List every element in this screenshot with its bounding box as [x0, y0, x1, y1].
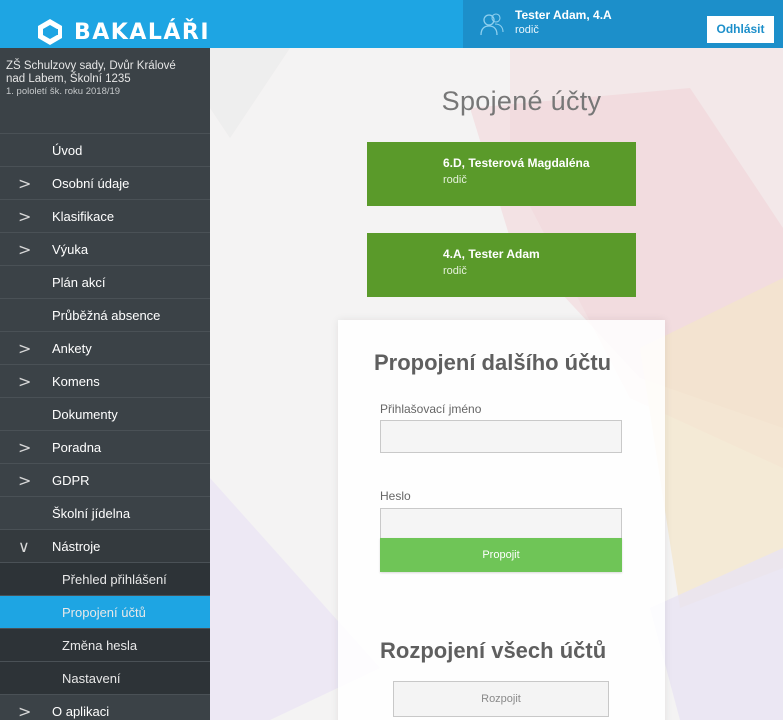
sidebar-item-ankety[interactable]: > Ankety [0, 332, 210, 365]
chevron-right-icon: > [18, 438, 32, 457]
password-label: Heslo [380, 489, 411, 503]
logout-button[interactable]: Odhlásit [707, 16, 774, 43]
password-input[interactable] [380, 508, 622, 541]
login-label: Přihlašovací jméno [380, 402, 482, 416]
sidebar-item-poradna[interactable]: > Poradna [0, 431, 210, 464]
brand-name: BAKALÁŘI [74, 19, 211, 45]
chevron-right-icon: > [18, 702, 32, 720]
sidebar-item-label: O aplikaci [52, 704, 110, 719]
login-input[interactable] [380, 420, 622, 453]
sidebar-item-label: Propojení účtů [62, 605, 146, 620]
sidebar-item-plan-akci[interactable]: Plán akcí [0, 266, 210, 299]
sidebar: ZŠ Schulzovy sady, Dvůr Králové nad Labe… [0, 48, 210, 720]
chevron-right-icon: > [18, 174, 32, 193]
main-content: Spojené účty 6.D, Testerová Magdaléna ro… [210, 48, 783, 720]
sidebar-item-label: Klasifikace [52, 209, 115, 224]
sidebar-item-label: GDPR [52, 473, 90, 488]
bakalari-logo-icon [38, 19, 62, 45]
user-role: rodič [515, 24, 539, 36]
sidebar-item-label: Poradna [52, 440, 102, 455]
sidebar-item-prubezna-absence[interactable]: Průběžná absence [0, 299, 210, 332]
sidebar-item-label: Nástroje [52, 539, 101, 554]
sidebar-item-skolni-jidelna[interactable]: Školní jídelna [0, 497, 210, 530]
brand-logo[interactable]: BAKALÁŘI [36, 18, 210, 46]
disconnect-title: Rozpojení všech účtů [380, 638, 607, 663]
sidebar-item-komens[interactable]: > Komens [0, 365, 210, 398]
school-term: 1. pololetí šk. roku 2018/19 [6, 86, 121, 97]
connect-panel: Propojení dalšího účtu Přihlašovací jmén… [338, 320, 665, 720]
sidebar-subitem-nastaveni[interactable]: Nastavení [0, 662, 210, 695]
chevron-right-icon: > [18, 339, 32, 358]
school-name: ZŠ Schulzovy sady, Dvůr Králové nad Labe… [6, 60, 176, 85]
chevron-right-icon: > [18, 207, 32, 226]
account-name: 4.A, Tester Adam [443, 247, 540, 261]
account-card[interactable]: 6.D, Testerová Magdaléna rodič [367, 142, 636, 206]
account-name: 6.D, Testerová Magdaléna [443, 156, 590, 170]
sidebar-item-label: Výuka [52, 242, 89, 257]
sidebar-nav: Úvod > Osobní údaje > Klasifikace > Výuk… [0, 134, 210, 720]
sidebar-item-label: Přehled přihlášení [62, 572, 167, 587]
sidebar-item-label: Osobní údaje [52, 176, 130, 191]
user-avatar-icon [480, 13, 504, 36]
chevron-right-icon: > [18, 372, 32, 391]
user-name: Tester Adam, 4.A [515, 8, 612, 22]
sidebar-item-klasifikace[interactable]: > Klasifikace [0, 200, 210, 233]
sidebar-item-label: Úvod [52, 143, 83, 158]
sidebar-item-label: Plán akcí [52, 275, 106, 290]
connect-button[interactable]: Propojit [380, 538, 622, 572]
sidebar-item-label: Dokumenty [52, 407, 118, 422]
chevron-down-icon: ∨ [18, 537, 30, 556]
connect-title: Propojení dalšího účtu [374, 350, 612, 375]
sidebar-item-label: Změna hesla [62, 638, 138, 653]
sidebar-item-label: Nastavení [62, 671, 121, 686]
account-card[interactable]: 4.A, Tester Adam rodič [367, 233, 636, 297]
sidebar-subitem-prehled-prihlaseni[interactable]: Přehled přihlášení [0, 563, 210, 596]
sidebar-item-vyuka[interactable]: > Výuka [0, 233, 210, 266]
sidebar-item-label: Školní jídelna [52, 506, 131, 521]
sidebar-item-osobni-udaje[interactable]: > Osobní údaje [0, 167, 210, 200]
disconnect-button[interactable]: Rozpojit [393, 681, 609, 717]
sidebar-item-label: Komens [52, 374, 100, 389]
sidebar-item-gdpr[interactable]: > GDPR [0, 464, 210, 497]
sidebar-item-uvod[interactable]: Úvod [0, 134, 210, 167]
school-info: ZŠ Schulzovy sady, Dvůr Králové nad Labe… [0, 48, 210, 134]
chevron-right-icon: > [18, 240, 32, 259]
sidebar-subitem-zmena-hesla[interactable]: Změna hesla [0, 629, 210, 662]
chevron-right-icon: > [18, 471, 32, 490]
page-title: Spojené účty [441, 86, 602, 116]
user-info: Tester Adam, 4.A rodič Odhlásit [463, 0, 783, 48]
account-role: rodič [443, 265, 467, 277]
sidebar-item-nastroje[interactable]: ∨ Nástroje [0, 530, 210, 563]
sidebar-item-o-aplikaci[interactable]: > O aplikaci [0, 695, 210, 720]
sidebar-subitem-propojeni-uctu[interactable]: Propojení účtů [0, 596, 210, 629]
sidebar-item-label: Ankety [52, 341, 92, 356]
account-role: rodič [443, 174, 467, 186]
sidebar-item-dokumenty[interactable]: Dokumenty [0, 398, 210, 431]
sidebar-item-label: Průběžná absence [52, 308, 161, 323]
